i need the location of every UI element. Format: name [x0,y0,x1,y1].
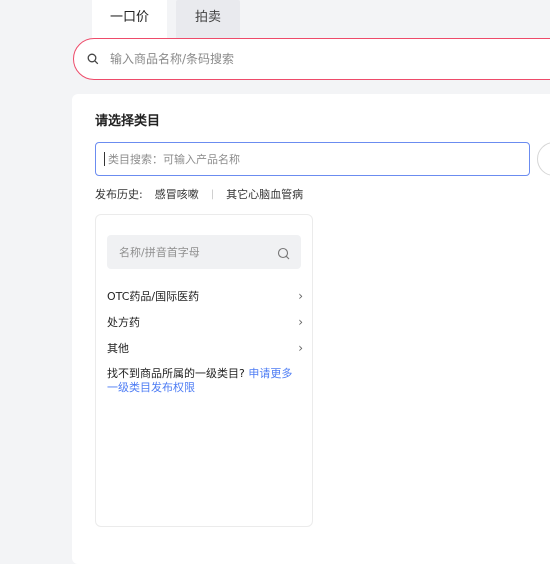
tab-fixed-price[interactable]: 一口价 [92,0,167,38]
missing-category-notice: 找不到商品所属的一级类目? 申请更多一级类目发布权限 [107,367,303,395]
category-list: OTC药品/国际医药 › 处方药 › 其他 › [107,283,303,361]
category-search-button[interactable] [537,142,550,176]
chevron-right-icon: › [298,289,303,303]
chevron-right-icon: › [298,341,303,355]
tab-auction[interactable]: 拍卖 [176,0,240,38]
category-item-label: 其他 [107,342,129,355]
level1-search-box[interactable] [107,235,301,269]
category-item-label: 处方药 [107,316,140,329]
category-level1-panel: OTC药品/国际医药 › 处方药 › 其他 › 找不到商品所属的一级类目? 申请… [95,214,313,527]
category-item-label: OTC药品/国际医药 [107,290,200,303]
category-item-otc[interactable]: OTC药品/国际医药 › [107,283,303,309]
category-card: 请选择类目 发布历史: 感冒咳嗽 | 其它心脑血管病 OTC药品/国际医药 › … [72,94,550,564]
category-search-box[interactable] [95,142,530,176]
history-label: 发布历史: [95,188,143,201]
notice-text: 找不到商品所属的一级类目? [107,367,245,380]
listing-type-tabs: 一口价 拍卖 [92,0,240,38]
category-search-input[interactable] [106,151,510,167]
category-item-prescription[interactable]: 处方药 › [107,309,303,335]
history-divider: | [210,188,215,200]
category-section-title: 请选择类目 [95,114,161,129]
history-item[interactable]: 感冒咳嗽 [155,186,199,202]
search-icon [86,52,100,66]
publish-history: 发布历史: 感冒咳嗽 | 其它心脑血管病 [95,186,303,202]
category-item-other[interactable]: 其他 › [107,335,303,361]
search-icon [277,245,291,260]
history-item[interactable]: 其它心脑血管病 [226,186,303,202]
text-cursor [104,152,105,166]
product-search-bar[interactable] [73,38,550,80]
product-search-input[interactable] [108,51,532,67]
level1-search-input[interactable] [117,244,271,260]
chevron-right-icon: › [298,315,303,329]
